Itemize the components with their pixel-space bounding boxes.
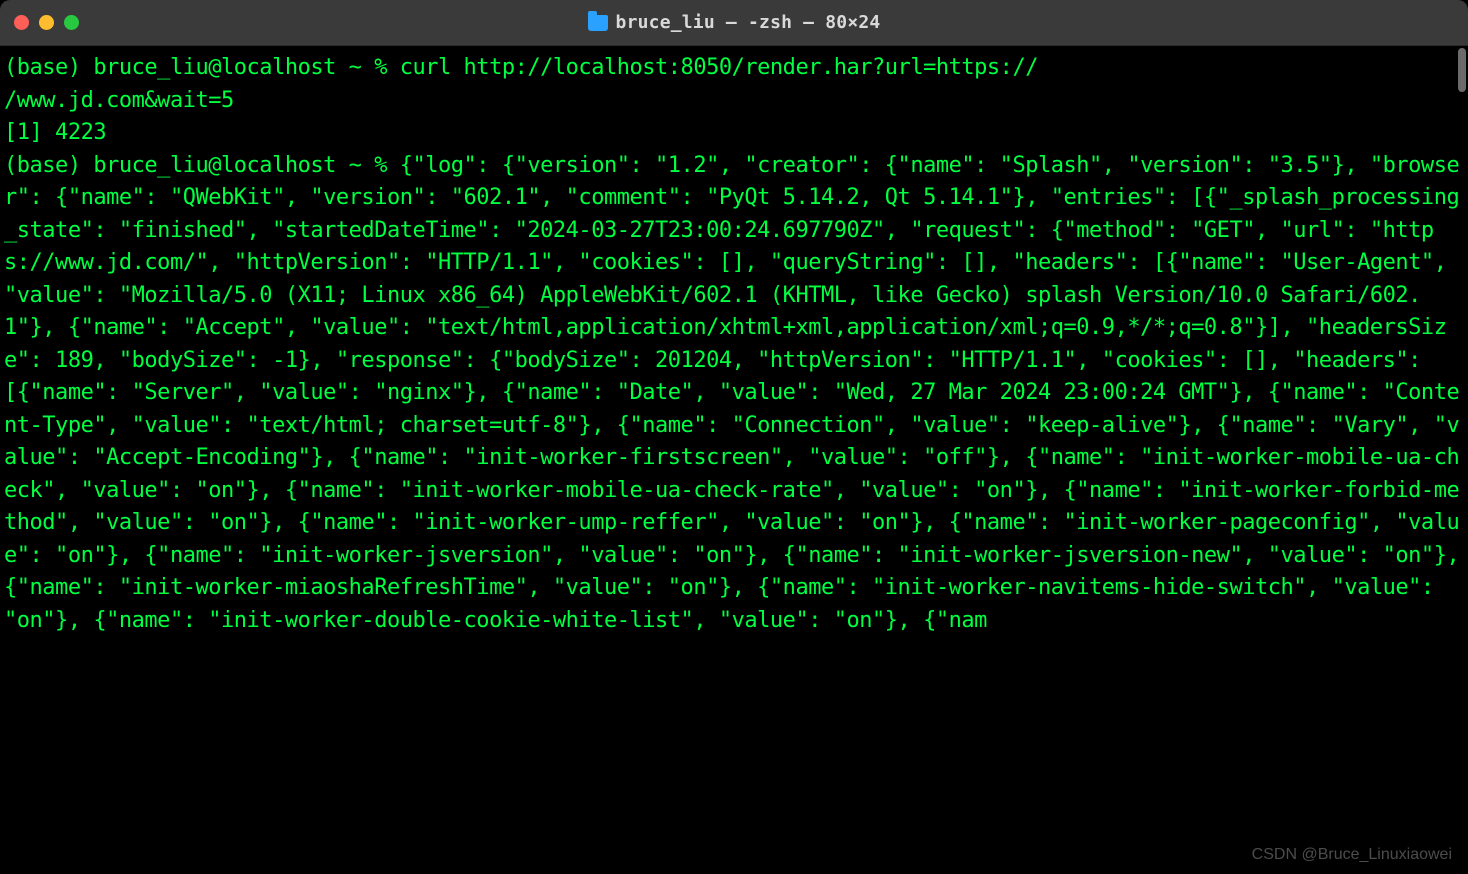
watermark: CSDN @Bruce_Linuxiaowei [1252, 846, 1452, 864]
folder-icon [588, 15, 608, 31]
scrollbar-track[interactable] [1456, 48, 1466, 870]
zoom-icon[interactable] [64, 15, 79, 30]
title-wrap: bruce_liu — -zsh — 80×24 [0, 12, 1468, 33]
minimize-icon[interactable] [39, 15, 54, 30]
terminal-output[interactable]: (base) bruce_liu@localhost ~ % curl http… [0, 46, 1468, 874]
scrollbar-thumb[interactable] [1458, 48, 1466, 92]
close-icon[interactable] [14, 15, 29, 30]
titlebar[interactable]: bruce_liu — -zsh — 80×24 [0, 0, 1468, 46]
terminal-window: bruce_liu — -zsh — 80×24 (base) bruce_li… [0, 0, 1468, 874]
window-title: bruce_liu — -zsh — 80×24 [616, 12, 881, 33]
traffic-lights [14, 15, 79, 30]
